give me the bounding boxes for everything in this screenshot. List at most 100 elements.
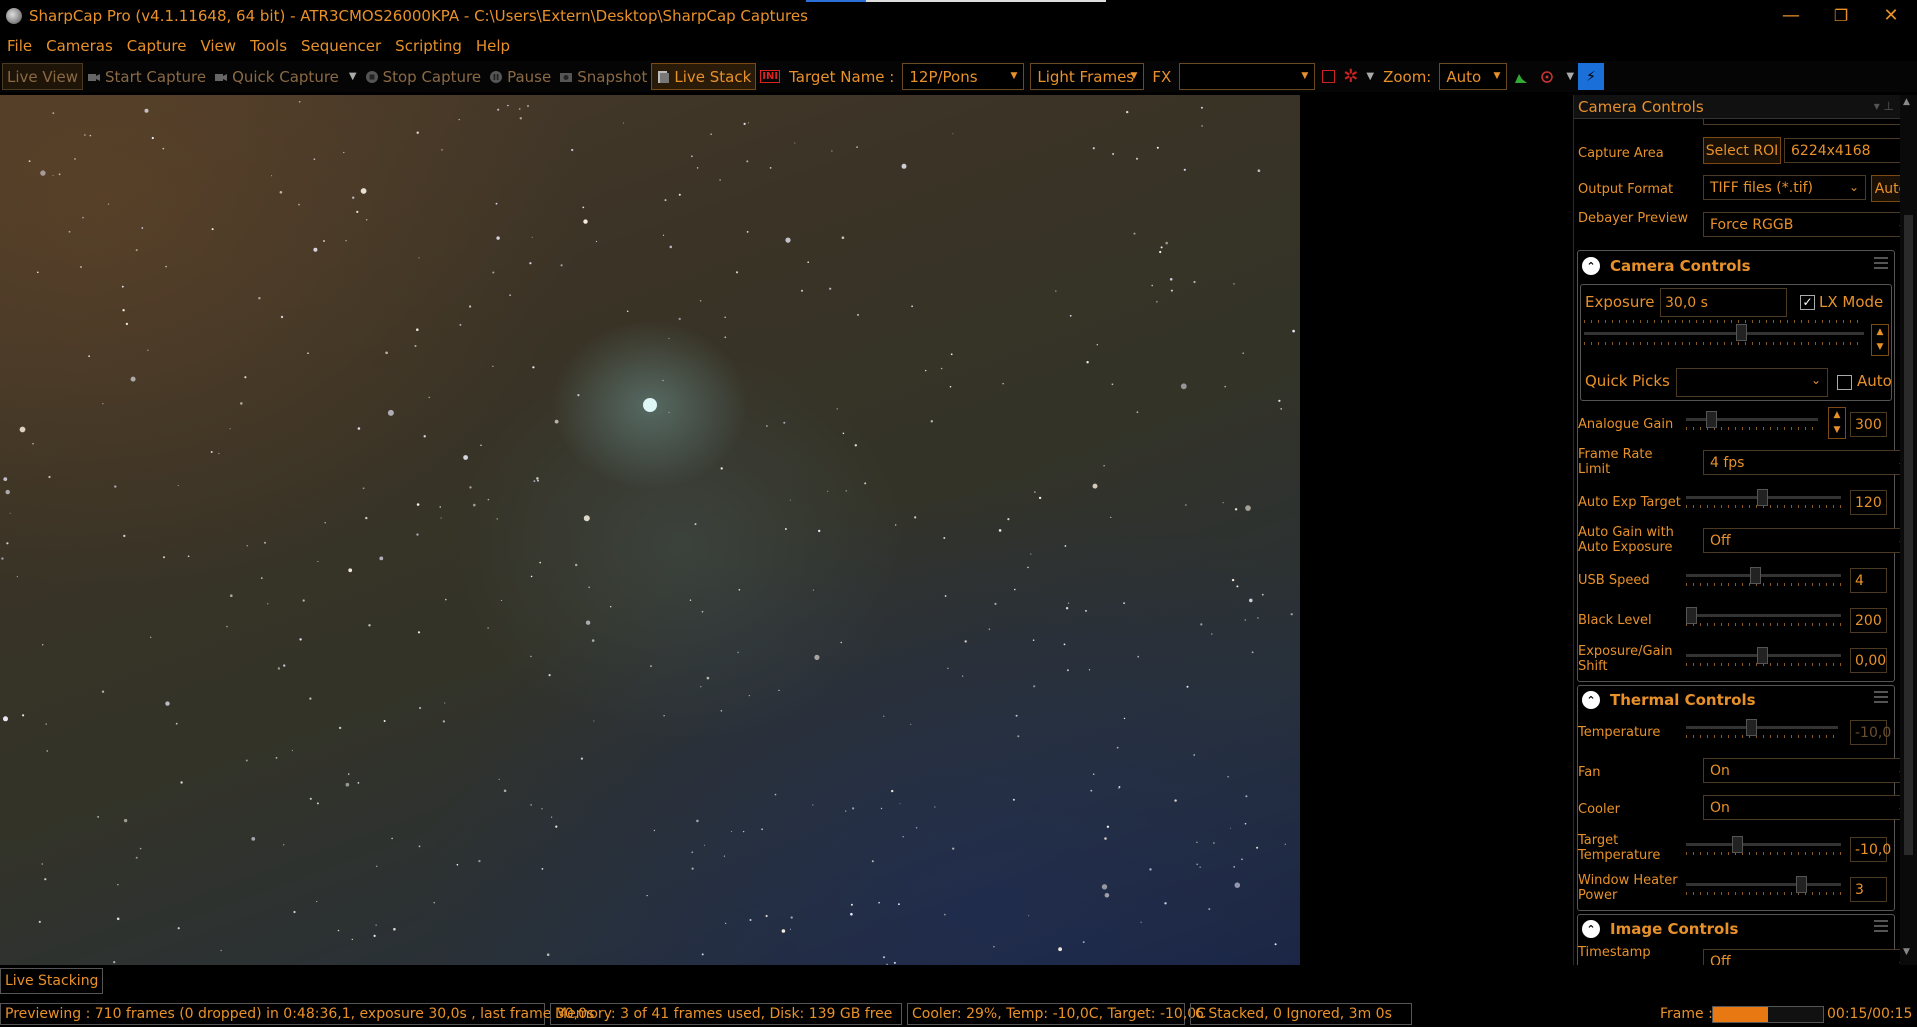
section-menu-icon[interactable]	[1874, 920, 1888, 932]
star	[701, 953, 704, 956]
menu-help[interactable]: Help	[469, 37, 517, 55]
star	[801, 289, 803, 292]
black-level-input[interactable]: 200	[1850, 608, 1887, 633]
auto-gain-select[interactable]: Off ⌄	[1703, 528, 1900, 553]
panel-scrollbar[interactable]: ▲ ▼	[1900, 95, 1917, 965]
scroll-up-icon[interactable]: ▲	[1903, 97, 1910, 107]
slider-knob[interactable]	[1750, 567, 1761, 584]
star	[998, 529, 1002, 532]
lx-mode-checkbox[interactable]: ✓	[1800, 295, 1815, 310]
slider-knob[interactable]	[1796, 876, 1807, 893]
close-button[interactable]: ✕	[1868, 0, 1914, 31]
analogue-gain-spinner[interactable]: ▲ ▼	[1828, 407, 1846, 439]
image-controls-header[interactable]: ⌃ Image Controls	[1578, 914, 1894, 944]
fx-select[interactable]: ▼	[1179, 63, 1316, 90]
minimize-button[interactable]: —	[1768, 0, 1814, 31]
snapshot-button[interactable]: Snapshot	[555, 63, 651, 90]
fan-select[interactable]: On ⌄	[1703, 758, 1900, 783]
roi-box-button[interactable]	[1318, 63, 1339, 90]
auto-exp-target-input[interactable]: 120	[1850, 490, 1887, 515]
slider-knob[interactable]	[1732, 836, 1743, 853]
ini-icon[interactable]: INI	[756, 63, 784, 90]
star	[883, 956, 885, 959]
collapse-icon[interactable]: ⌃	[1582, 257, 1600, 275]
menu-tools[interactable]: Tools	[243, 37, 294, 55]
stop-capture-button[interactable]: Stop Capture	[361, 63, 486, 90]
exposure-gain-shift-input[interactable]: 0,00	[1850, 648, 1887, 673]
star	[662, 234, 665, 236]
crosshair-button[interactable]: ✲	[1339, 63, 1362, 90]
scroll-down-icon[interactable]: ▼	[1903, 947, 1910, 957]
exposure-slider-knob[interactable]	[1736, 324, 1747, 341]
menu-scripting[interactable]: Scripting	[388, 37, 469, 55]
debayer-preview-select[interactable]: Force RGGB ⌄	[1703, 212, 1900, 237]
window-heater-input[interactable]: 3	[1850, 877, 1887, 902]
quick-picks-select[interactable]: ⌄	[1676, 368, 1828, 397]
live-stacking-tab[interactable]: Live Stacking	[0, 968, 104, 994]
star	[230, 594, 233, 597]
menu-cameras[interactable]: Cameras	[39, 37, 120, 55]
capture-area-select[interactable]: 6224x4168 ⌄	[1784, 138, 1900, 163]
section-menu-icon[interactable]	[1874, 257, 1888, 269]
cooler-select[interactable]: On ⌄	[1703, 795, 1900, 820]
scrollbar-thumb[interactable]	[1904, 215, 1913, 855]
star	[88, 355, 90, 358]
frame-rate-limit-select[interactable]: 4 fps ⌄	[1703, 450, 1900, 475]
menu-view[interactable]: View	[193, 37, 243, 55]
collapse-icon[interactable]: ⌃	[1582, 691, 1600, 709]
slider-knob[interactable]	[1706, 411, 1717, 428]
star	[418, 257, 420, 259]
slider-knob[interactable]	[1686, 607, 1697, 624]
select-roi-button[interactable]: Select ROI	[1703, 137, 1781, 164]
zoom-select[interactable]: Auto ▼	[1439, 63, 1508, 90]
exposure-gain-shift-slider[interactable]	[1686, 647, 1841, 667]
quick-capture-button[interactable]: Quick Capture ▼	[210, 63, 361, 90]
slider-knob[interactable]	[1757, 489, 1768, 506]
focus-button[interactable]	[1536, 63, 1562, 90]
live-view-button[interactable]: Live View	[2, 63, 83, 90]
menu-file[interactable]: File	[0, 37, 39, 55]
focus-dropdown[interactable]: ▼	[1562, 63, 1578, 90]
menu-capture[interactable]: Capture	[120, 37, 194, 55]
star	[267, 603, 269, 605]
timestamp-select[interactable]: Off ⌄	[1703, 949, 1900, 965]
usb-speed-input[interactable]: 4	[1850, 568, 1887, 593]
quick-picks-auto-checkbox[interactable]	[1837, 375, 1852, 390]
collapse-icon[interactable]: ⌃	[1582, 920, 1600, 938]
camera-controls-header[interactable]: ⌃ Camera Controls	[1578, 251, 1894, 281]
output-format-auto-button[interactable]: Auto	[1871, 175, 1900, 202]
black-level-slider[interactable]	[1686, 607, 1841, 627]
section-menu-icon[interactable]	[1874, 691, 1888, 703]
thermal-controls-header[interactable]: ⌃ Thermal Controls	[1578, 685, 1894, 715]
menu-sequencer[interactable]: Sequencer	[294, 37, 388, 55]
start-capture-button[interactable]: Start Capture	[83, 63, 210, 90]
auto-gain-value: Off	[1710, 532, 1731, 549]
restore-button[interactable]: ❐	[1818, 0, 1864, 31]
live-stack-button[interactable]: Live Stack	[651, 63, 757, 90]
slider-knob[interactable]	[1757, 647, 1768, 664]
exposure-spinner[interactable]: ▲ ▼	[1871, 324, 1889, 356]
image-viewport[interactable]	[0, 95, 1300, 965]
pause-button[interactable]: Pause	[485, 63, 555, 90]
star	[1241, 858, 1243, 861]
star	[895, 524, 897, 526]
exposure-input[interactable]: 30,0 s	[1660, 288, 1787, 317]
output-format-select[interactable]: TIFF files (*.tif) ⌄	[1703, 175, 1866, 200]
frame-type-select[interactable]: Light Frames ▼	[1030, 63, 1145, 90]
usb-speed-slider[interactable]	[1686, 567, 1841, 587]
analogue-gain-slider[interactable]	[1686, 411, 1818, 431]
crosshair-dropdown[interactable]: ▼	[1362, 63, 1378, 90]
target-name-select[interactable]: 12P/Pons ▼	[902, 63, 1025, 90]
exposure-slider[interactable]	[1584, 320, 1864, 345]
target-temperature-slider[interactable]	[1686, 836, 1841, 856]
star	[226, 625, 228, 628]
star	[668, 337, 670, 340]
histogram-button[interactable]	[1510, 63, 1536, 90]
pin-icon[interactable]: ▾ ⊥	[1874, 99, 1894, 113]
window-heater-slider[interactable]	[1686, 876, 1841, 896]
analogue-gain-input[interactable]: 300	[1850, 412, 1887, 437]
target-temperature-input[interactable]: -10,0	[1850, 837, 1891, 862]
plugin-button[interactable]: ⚡	[1578, 63, 1605, 90]
auto-exp-target-slider[interactable]	[1686, 489, 1841, 509]
chevron-down-icon[interactable]: ▼	[349, 71, 357, 82]
